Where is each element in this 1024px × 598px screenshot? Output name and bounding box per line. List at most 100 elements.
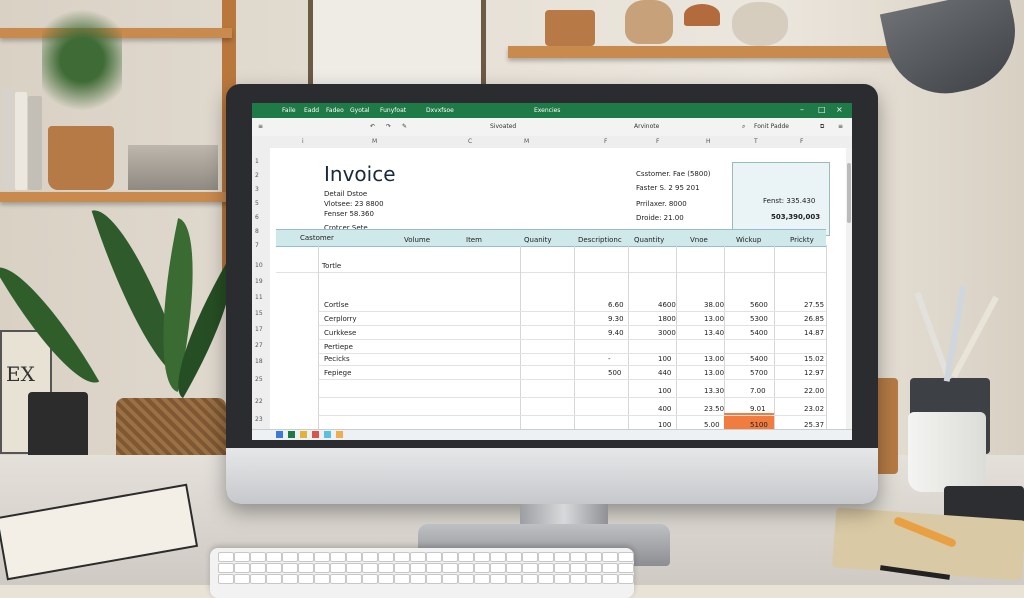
keyboard-key[interactable] <box>378 552 394 562</box>
table-cell[interactable]: 9.01 <box>750 405 766 413</box>
keyboard-key[interactable] <box>410 552 426 562</box>
toolbar-item[interactable]: Sivoated <box>490 123 516 130</box>
keyboard-key[interactable] <box>586 574 602 584</box>
table-cell[interactable]: 100 <box>658 355 671 363</box>
table-cell[interactable]: 3000 <box>658 329 676 337</box>
keyboard-key[interactable] <box>362 574 378 584</box>
row-number[interactable]: 25 <box>255 376 263 383</box>
keyboard-key[interactable] <box>378 563 394 573</box>
keyboard-key[interactable] <box>586 563 602 573</box>
minimize-icon[interactable]: – <box>800 105 804 114</box>
invoice-detail[interactable]: Detail Dstoe <box>324 190 367 198</box>
column-header[interactable]: F <box>656 138 659 145</box>
keyboard-key[interactable] <box>282 563 298 573</box>
keyboard-key[interactable] <box>218 552 234 562</box>
invoice-title[interactable]: Invoice <box>324 162 396 186</box>
keyboard-key[interactable] <box>586 552 602 562</box>
table-cell[interactable]: 13.40 <box>704 329 724 337</box>
keyboard-key[interactable] <box>538 574 554 584</box>
keyboard-key[interactable] <box>522 563 538 573</box>
ribbon-tab[interactable]: Gyotal <box>350 107 370 114</box>
ribbon-tab[interactable]: Dxvxfsoe <box>426 107 454 114</box>
keyboard-key[interactable] <box>538 552 554 562</box>
keyboard-key[interactable] <box>506 552 522 562</box>
invoice-detail[interactable]: Vlotsee: 23 8800 <box>324 200 384 208</box>
keyboard-key[interactable] <box>458 563 474 573</box>
keyboard-key[interactable] <box>330 563 346 573</box>
keyboard-key[interactable] <box>554 574 570 584</box>
keyboard-key[interactable] <box>410 563 426 573</box>
keyboard-key[interactable] <box>426 563 442 573</box>
keyboard-key[interactable] <box>490 552 506 562</box>
table-header[interactable]: Wickup <box>736 236 761 244</box>
keyboard-key[interactable] <box>538 563 554 573</box>
row-number[interactable]: 1 <box>255 158 259 165</box>
keyboard-key[interactable] <box>474 574 490 584</box>
taskbar-icon[interactable] <box>300 431 307 438</box>
column-header[interactable]: T <box>754 138 758 145</box>
row-number[interactable]: 15 <box>255 310 263 317</box>
header-right-item[interactable]: Csstomer. Fae (5800) <box>636 170 711 178</box>
table-cell[interactable]: - <box>608 355 611 363</box>
table-cell[interactable]: 5600 <box>750 301 768 309</box>
table-cell[interactable]: 13.00 <box>704 369 724 377</box>
keyboard-key[interactable] <box>618 552 634 562</box>
table-cell[interactable]: 100 <box>658 387 671 395</box>
total-line[interactable]: Fenst: 335.430 <box>763 197 815 205</box>
keyboard-key[interactable] <box>506 574 522 584</box>
keyboard-key[interactable] <box>250 574 266 584</box>
column-header[interactable]: F <box>604 138 607 145</box>
keyboard-key[interactable] <box>570 574 586 584</box>
table-cell[interactable]: 26.85 <box>804 315 824 323</box>
table-cell[interactable]: 1800 <box>658 315 676 323</box>
keyboard-key[interactable] <box>330 552 346 562</box>
keyboard-key[interactable] <box>378 574 394 584</box>
row-number[interactable]: 17 <box>255 326 263 333</box>
section-label[interactable]: Tortle <box>322 262 341 270</box>
header-right-item[interactable]: Faster S. 2 95 201 <box>636 184 700 192</box>
table-cell[interactable]: 23.02 <box>804 405 824 413</box>
keyboard-key[interactable] <box>314 563 330 573</box>
keyboard-key[interactable] <box>506 563 522 573</box>
row-number[interactable]: 3 <box>255 186 259 193</box>
column-header[interactable]: H <box>706 138 711 145</box>
ribbon-tab[interactable]: Eadd <box>304 107 319 114</box>
invoice-detail[interactable]: Fenser 58.360 <box>324 210 374 218</box>
keyboard-key[interactable] <box>218 563 234 573</box>
settings-icon[interactable]: ≡ <box>838 123 843 130</box>
keyboard-key[interactable] <box>266 552 282 562</box>
keyboard-key[interactable] <box>522 574 538 584</box>
keyboard-key[interactable] <box>394 563 410 573</box>
keyboard-key[interactable] <box>234 563 250 573</box>
keyboard-key[interactable] <box>442 574 458 584</box>
table-cell[interactable]: 27.55 <box>804 301 824 309</box>
keyboard-key[interactable] <box>362 552 378 562</box>
keyboard-key[interactable] <box>394 552 410 562</box>
table-cell[interactable]: 5300 <box>750 315 768 323</box>
column-header[interactable]: M <box>372 138 377 145</box>
keyboard-key[interactable] <box>250 552 266 562</box>
row-number[interactable]: 18 <box>255 358 263 365</box>
table-header[interactable]: Quanity <box>524 236 552 244</box>
table-cell[interactable]: 23.50 <box>704 405 724 413</box>
table-cell[interactable]: Fepiege <box>324 369 351 377</box>
keyboard-key[interactable] <box>554 563 570 573</box>
taskbar-icon[interactable] <box>336 431 343 438</box>
keyboard-key[interactable] <box>618 563 634 573</box>
row-number[interactable]: 5 <box>255 200 259 207</box>
row-number[interactable]: 11 <box>255 294 263 301</box>
table-cell[interactable]: 5400 <box>750 355 768 363</box>
taskbar-icon[interactable] <box>276 431 283 438</box>
table-header[interactable]: Item <box>466 236 482 244</box>
keyboard-key[interactable] <box>458 552 474 562</box>
table-cell[interactable]: 9.40 <box>608 329 624 337</box>
column-header[interactable]: C <box>468 138 472 145</box>
keyboard-key[interactable] <box>314 552 330 562</box>
row-number[interactable]: 19 <box>255 278 263 285</box>
ribbon-tab[interactable]: Fadeo <box>326 107 344 114</box>
table-header[interactable]: Volume <box>404 236 430 244</box>
search-icon[interactable]: ⌕ <box>742 123 745 131</box>
column-header[interactable]: M <box>524 138 529 145</box>
maximize-icon[interactable]: □ <box>818 105 826 114</box>
table-cell[interactable]: 5700 <box>750 369 768 377</box>
